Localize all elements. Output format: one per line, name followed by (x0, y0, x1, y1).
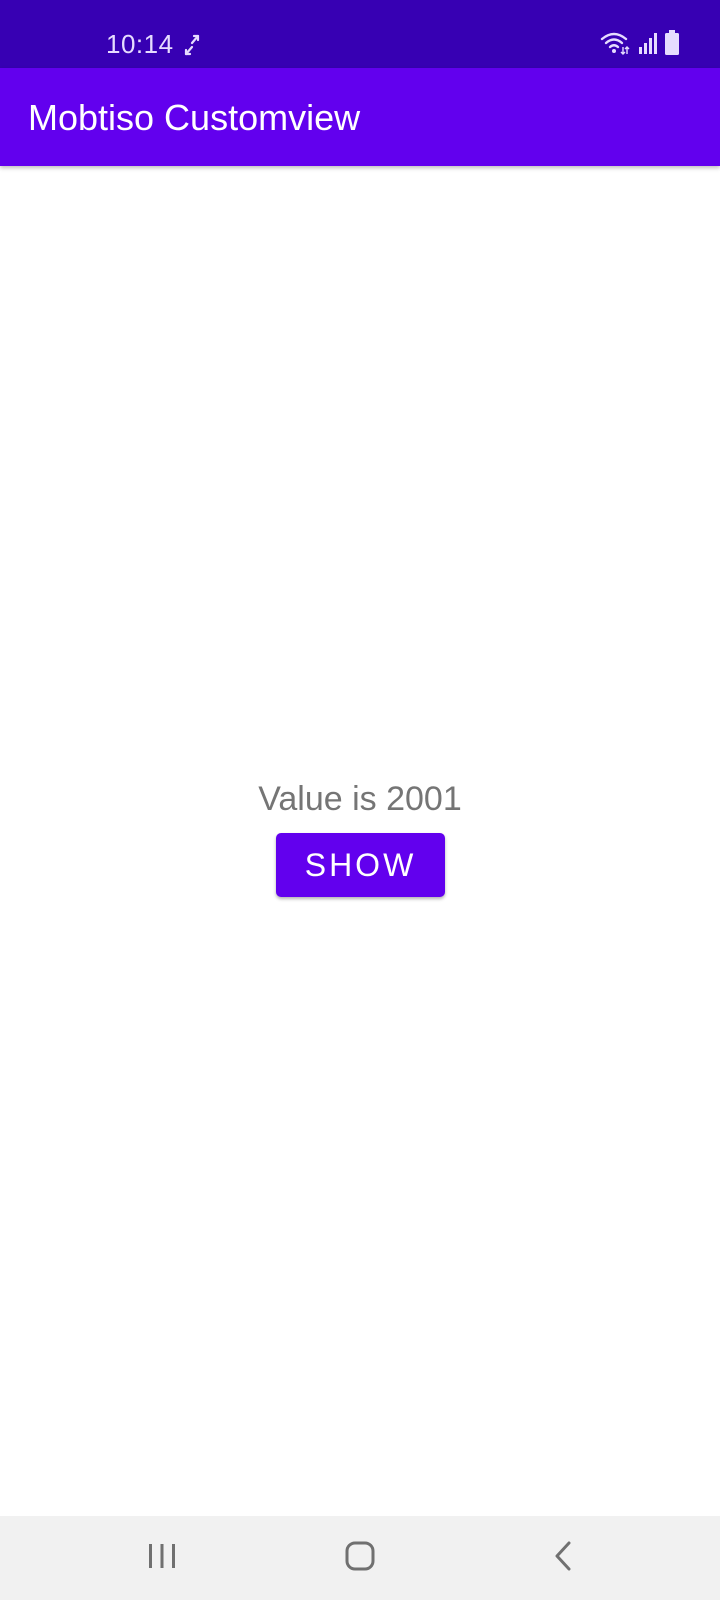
back-icon[interactable] (542, 1534, 586, 1578)
status-time: 10:14 (106, 29, 174, 59)
sync-icon (184, 34, 200, 56)
battery-icon (664, 30, 680, 56)
app-bar: Mobtiso Customview (0, 68, 720, 166)
wifi-icon (600, 30, 630, 56)
home-icon[interactable] (338, 1534, 382, 1578)
app-title: Mobtiso Customview (28, 97, 361, 138)
navigation-bar (0, 1516, 720, 1600)
status-bar: 10:14 (0, 0, 720, 68)
show-button[interactable]: SHOW (276, 833, 445, 897)
value-text: Value is 2001 (258, 780, 462, 818)
screen: 10:14 Mobtiso Customview Value is 2001 S… (0, 0, 720, 1600)
signal-icon (638, 32, 658, 54)
recents-icon[interactable] (140, 1534, 184, 1578)
